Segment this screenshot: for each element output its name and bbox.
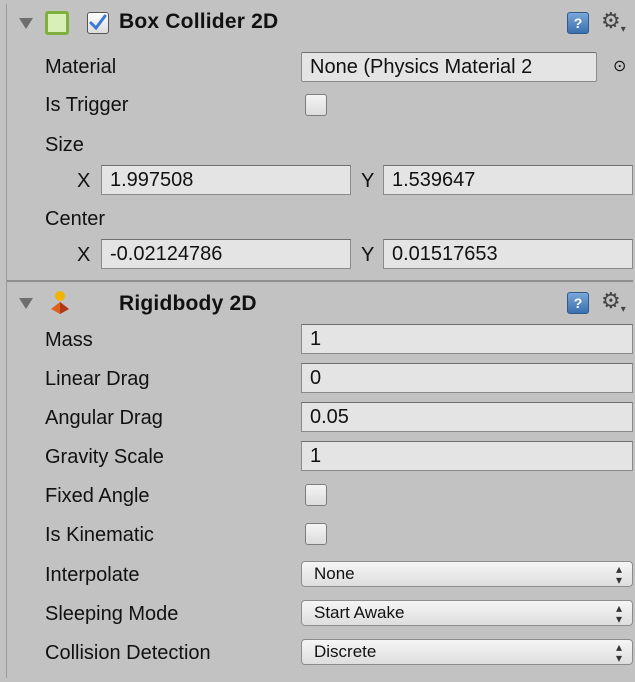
checkmark-icon	[89, 14, 107, 31]
help-icon[interactable]: ?	[567, 12, 589, 34]
center-y-field[interactable]: 0.01517653	[383, 239, 633, 269]
size-label: Size	[45, 134, 84, 156]
dropdown-arrows-icon: ▴ ▾	[615, 562, 622, 587]
box-collider-icon	[45, 11, 69, 35]
gear-icon[interactable]: ⚙▾	[601, 10, 626, 37]
linear-drag-field[interactable]: 0	[301, 363, 633, 393]
gravity-scale-field[interactable]: 1	[301, 441, 633, 471]
sleeping-mode-dropdown[interactable]: Start Awake ▴ ▾	[301, 600, 633, 626]
box-collider-header[interactable]: Box Collider 2D ? ⚙▾	[7, 4, 633, 40]
angular-drag-label: Angular Drag	[45, 407, 163, 429]
material-label: Material	[45, 56, 117, 78]
is-kinematic-checkbox[interactable]	[305, 523, 327, 545]
object-picker-icon[interactable]: ⊙	[613, 56, 626, 76]
interpolate-value: None	[314, 564, 355, 583]
rigidbody-title: Rigidbody 2D	[119, 292, 257, 315]
mass-label: Mass	[45, 329, 93, 351]
inspector-panel: Box Collider 2D ? ⚙▾ Material None (Phys…	[6, 4, 633, 678]
collision-detection-value: Discrete	[314, 642, 377, 661]
size-x-field[interactable]: 1.997508	[101, 165, 351, 195]
size-y-label: Y	[361, 170, 375, 192]
sleeping-mode-value: Start Awake	[314, 603, 405, 622]
size-x-label: X	[77, 170, 91, 192]
angular-drag-field[interactable]: 0.05	[301, 402, 633, 432]
size-y-field[interactable]: 1.539647	[383, 165, 633, 195]
mass-field[interactable]: 1	[301, 324, 633, 354]
gear-icon[interactable]: ⚙▾	[601, 290, 626, 317]
component-enabled-checkbox[interactable]	[87, 12, 109, 34]
rigidbody-icon	[51, 291, 69, 314]
sleeping-mode-label: Sleeping Mode	[45, 603, 179, 625]
fixed-angle-checkbox[interactable]	[305, 484, 327, 506]
collision-detection-dropdown[interactable]: Discrete ▴ ▾	[301, 639, 633, 665]
dropdown-arrows-icon: ▴ ▾	[615, 601, 622, 626]
interpolate-dropdown[interactable]: None ▴ ▾	[301, 561, 633, 587]
center-x-field[interactable]: -0.02124786	[101, 239, 351, 269]
center-label: Center	[45, 208, 106, 230]
foldout-arrow-icon[interactable]	[19, 18, 33, 29]
rigidbody-header[interactable]: Rigidbody 2D ? ⚙▾	[7, 284, 633, 320]
linear-drag-label: Linear Drag	[45, 368, 150, 390]
component-divider	[7, 280, 633, 282]
center-y-label: Y	[361, 244, 375, 266]
is-kinematic-label: Is Kinematic	[45, 524, 154, 546]
dropdown-arrows-icon: ▴ ▾	[615, 640, 622, 665]
center-x-label: X	[77, 244, 91, 266]
fixed-angle-label: Fixed Angle	[45, 485, 150, 507]
is-trigger-label: Is Trigger	[45, 94, 129, 116]
is-trigger-checkbox[interactable]	[305, 94, 327, 116]
help-icon[interactable]: ?	[567, 292, 589, 314]
box-collider-title: Box Collider 2D	[119, 10, 279, 33]
foldout-arrow-icon[interactable]	[19, 298, 33, 309]
gravity-scale-label: Gravity Scale	[45, 446, 164, 468]
material-field[interactable]: None (Physics Material 2	[301, 52, 597, 82]
interpolate-label: Interpolate	[45, 564, 140, 586]
collision-detection-label: Collision Detection	[45, 642, 211, 664]
